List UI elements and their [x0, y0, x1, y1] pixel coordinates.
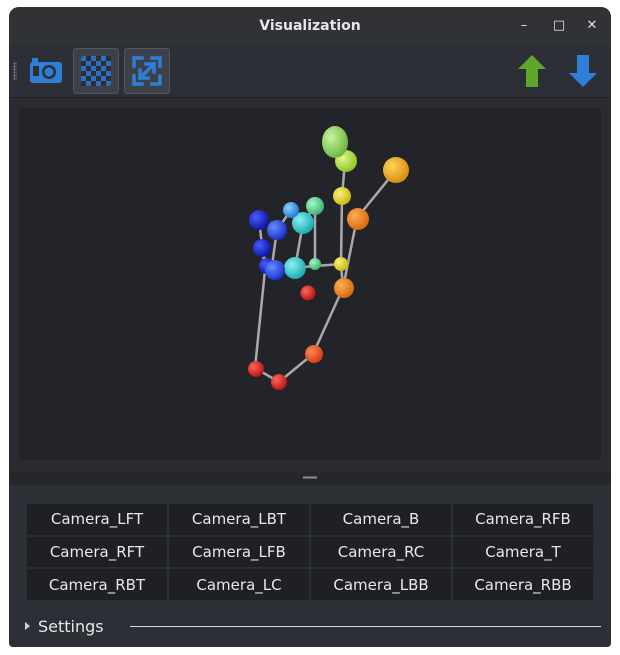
camera-button-t[interactable]: Camera_T: [453, 536, 593, 568]
camera-button-rbt[interactable]: Camera_RBT: [27, 569, 167, 600]
visualization-window: Visualization – □ ✕ Camera_LFT Camera_LB…: [9, 7, 611, 647]
minimize-button[interactable]: –: [514, 16, 534, 36]
camera-button-lft[interactable]: Camera_LFT: [27, 504, 167, 535]
window-title: Visualization: [259, 18, 361, 34]
camera-button-lc[interactable]: Camera_LC: [169, 569, 309, 600]
camera-button-rc[interactable]: Camera_RC: [311, 536, 451, 568]
toolbar-grip-handle[interactable]: [13, 62, 17, 80]
camera-button-grid: Camera_LFT Camera_LBT Camera_B Camera_RF…: [27, 504, 593, 600]
maximize-button[interactable]: □: [549, 16, 569, 36]
camera-button-lfb[interactable]: Camera_LFB: [169, 536, 309, 568]
settings-collapsible-header[interactable]: Settings: [25, 615, 601, 637]
bottom-panel: Camera_LFT Camera_LBT Camera_B Camera_RF…: [9, 485, 611, 647]
camera-button-rfb[interactable]: Camera_RFB: [453, 504, 593, 535]
close-button[interactable]: ✕: [582, 16, 602, 36]
camera-button-rft[interactable]: Camera_RFT: [27, 536, 167, 568]
camera-button-b[interactable]: Camera_B: [311, 504, 451, 535]
move-down-button[interactable]: [560, 48, 606, 94]
fit-view-icon: [132, 56, 162, 86]
3d-viewport[interactable]: [19, 108, 601, 460]
camera-icon: [30, 58, 62, 83]
fit-view-button[interactable]: [124, 48, 170, 94]
move-up-button[interactable]: [509, 48, 555, 94]
toolbar: [9, 45, 611, 97]
splitter-grip-icon: [303, 476, 317, 479]
checkerboard-toggle-button[interactable]: [73, 48, 119, 94]
camera-button[interactable]: [23, 48, 69, 94]
camera-button-lbt[interactable]: Camera_LBT: [169, 504, 309, 535]
hand-skeleton-render: [248, 126, 409, 390]
expand-arrow-icon[interactable]: [25, 622, 30, 630]
title-bar[interactable]: Visualization – □ ✕: [9, 7, 611, 45]
settings-label: Settings: [38, 616, 104, 636]
camera-button-rbb[interactable]: Camera_RBB: [453, 569, 593, 600]
settings-divider: [129, 625, 601, 627]
camera-button-lbb[interactable]: Camera_LBB: [311, 569, 451, 600]
arrow-down-icon: [569, 55, 597, 87]
checkerboard-icon: [81, 56, 111, 86]
splitter-handle[interactable]: [9, 471, 611, 485]
arrow-up-icon: [518, 55, 546, 87]
